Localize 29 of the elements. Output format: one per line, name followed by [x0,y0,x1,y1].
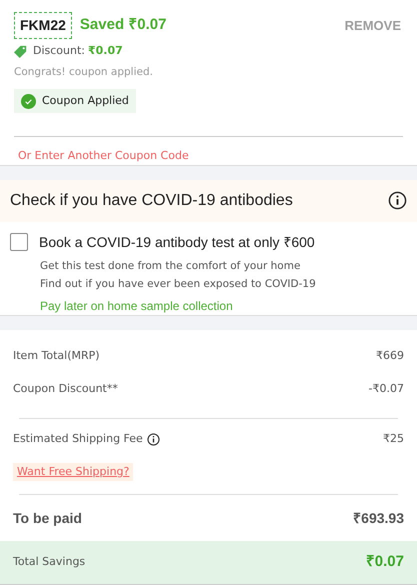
test-checkbox[interactable] [10,233,28,252]
pay-later-text: Pay later on home sample collection [40,298,234,316]
summary-label: Estimated Shipping Fee [13,431,143,448]
discount-value: ₹0.07 [88,43,123,59]
summary-value: -₹0.07 [368,381,404,398]
tag-icon [14,44,27,58]
covid-title: Check if you have COVID-19 antibodies [10,190,293,211]
test-option-label[interactable]: Book a COVID-19 antibody test at only ₹600 [39,232,315,253]
summary-label: Item Total(MRP) [13,348,100,364]
summary-value: ₹25 [383,431,404,448]
summary-label: Coupon Discount** [13,381,118,398]
check-icon [21,94,36,109]
coupon-message: Congrats! coupon applied. [14,64,154,80]
total-label: To be paid [13,508,82,528]
another-coupon-link[interactable]: Or Enter Another Coupon Code [18,148,189,165]
total-value: ₹693.93 [353,508,404,528]
savings-label: Total Savings [13,554,86,570]
summary-value: ₹669 [376,348,404,364]
info-icon[interactable] [146,433,160,446]
free-shipping-link[interactable]: Want Free Shipping? [13,462,134,482]
status-text: Coupon Applied [42,93,129,109]
test-description: Find out if you have ever been exposed to COVID-19 [40,277,317,292]
test-description: Get this test done from the comfort of your home [40,258,302,274]
coupon-code: FKM22 [14,12,72,39]
savings-value: ₹0.07 [366,552,404,572]
info-icon[interactable] [388,191,407,210]
remove-button[interactable]: REMOVE [344,16,401,36]
discount-label: Discount: [33,43,85,59]
saved-amount: Saved ₹0.07 [80,15,166,36]
